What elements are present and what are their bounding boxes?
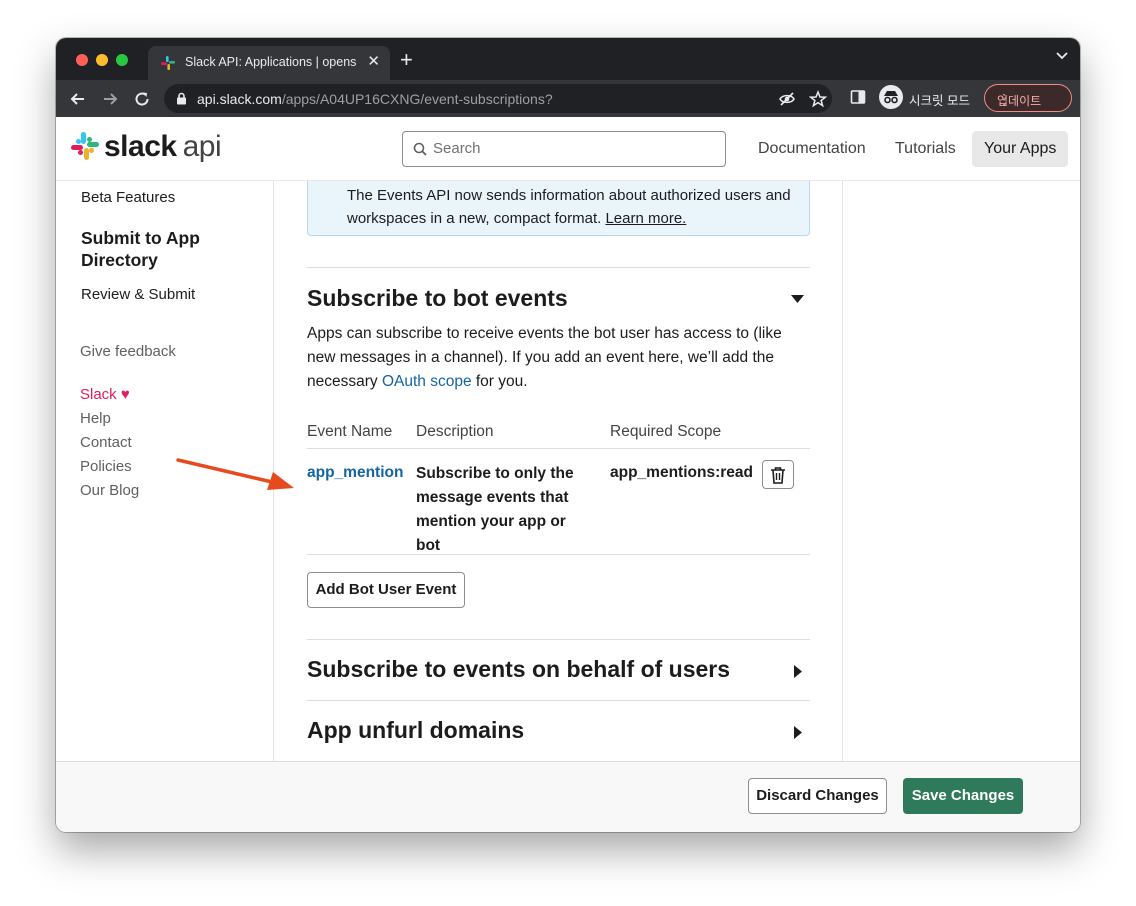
add-bot-user-event-button[interactable]: Add Bot User Event — [307, 572, 465, 608]
back-arrow-icon[interactable] — [68, 89, 88, 109]
right-column-divider — [842, 181, 843, 761]
more-vert-icon: ⋮ — [997, 91, 1011, 107]
close-window-button[interactable] — [76, 54, 88, 66]
address-bar[interactable]: api.slack.com/apps/A04UP16CXNG/event-sub… — [164, 84, 832, 113]
search-input[interactable] — [433, 140, 713, 157]
learn-more-link[interactable]: Learn more. — [605, 210, 686, 227]
tab-strip: Slack API: Applications | opens ✕ + — [56, 38, 1080, 80]
search-icon — [413, 142, 427, 156]
caret-right-icon[interactable] — [794, 726, 802, 739]
minimize-window-button[interactable] — [96, 54, 108, 66]
sidebar-item-beta-features[interactable]: Beta Features — [81, 189, 175, 206]
caret-down-icon[interactable] — [791, 295, 804, 304]
footer-link-our-blog[interactable]: Our Blog — [80, 482, 139, 499]
bookmark-star-icon[interactable] — [809, 90, 827, 108]
tab-title: Slack API: Applications | opens — [185, 55, 357, 69]
table-row-divider — [307, 554, 810, 555]
trash-icon — [771, 467, 785, 484]
col-header-description: Description — [416, 423, 494, 440]
search-box[interactable] — [402, 131, 726, 167]
reload-icon[interactable] — [132, 89, 152, 109]
section-divider — [307, 639, 810, 640]
browser-window: Slack API: Applications | opens ✕ + api.… — [56, 38, 1080, 832]
bot-events-title[interactable]: Subscribe to bot events — [307, 285, 568, 312]
col-header-required-scope: Required Scope — [610, 423, 722, 440]
url-text[interactable]: api.slack.com/apps/A04UP16CXNG/event-sub… — [197, 91, 553, 107]
update-button[interactable]: 업데이트 ⋮ — [984, 84, 1072, 112]
eye-off-icon[interactable] — [778, 90, 796, 108]
browser-tab[interactable]: Slack API: Applications | opens ✕ — [148, 46, 390, 80]
delete-event-button[interactable] — [762, 460, 794, 489]
user-events-title[interactable]: Subscribe to events on behalf of users — [307, 656, 730, 683]
info-text: The Events API now sends information abo… — [347, 187, 791, 227]
oauth-scope-link[interactable]: OAuth scope — [382, 373, 472, 390]
save-changes-button[interactable]: Save Changes — [903, 778, 1023, 814]
side-panel-icon[interactable] — [850, 89, 866, 105]
heart-icon: ♥ — [120, 386, 130, 403]
discard-changes-button[interactable]: Discard Changes — [748, 778, 887, 814]
table-header-divider — [307, 448, 810, 449]
nav-your-apps[interactable]: Your Apps — [972, 131, 1069, 167]
nav-tutorials[interactable]: Tutorials — [883, 131, 968, 167]
zoom-window-button[interactable] — [116, 54, 128, 66]
caret-right-icon[interactable] — [794, 665, 802, 678]
section-divider — [307, 700, 810, 701]
footer-link-help[interactable]: Help — [80, 410, 111, 427]
tab-close-icon[interactable]: ✕ — [367, 52, 380, 70]
annotation-arrow-icon — [176, 458, 294, 490]
slack-logo-icon[interactable] — [70, 131, 100, 161]
event-name-link[interactable]: app_mention — [307, 464, 403, 482]
footer-link-contact[interactable]: Contact — [80, 434, 132, 451]
save-bar: Discard Changes Save Changes — [56, 761, 1080, 832]
lock-icon[interactable] — [176, 92, 187, 105]
forward-arrow-icon[interactable] — [100, 89, 120, 109]
main-content: The Events API now sends information abo… — [307, 161, 810, 761]
slack-api-logo[interactable]: slack api — [104, 130, 222, 164]
tab-search-chevron-icon[interactable] — [1056, 52, 1068, 60]
nav-documentation[interactable]: Documentation — [746, 131, 878, 167]
incognito-label[interactable]: 시크릿 모드 — [909, 90, 970, 109]
sidebar-item-review-submit[interactable]: Review & Submit — [81, 286, 195, 303]
site-header: slackapi Documentation Tutorials Your Ap… — [56, 117, 1080, 181]
slack-favicon-icon — [161, 56, 175, 70]
bot-events-description: Apps can subscribe to receive events the… — [307, 325, 782, 390]
footer-link-policies[interactable]: Policies — [80, 458, 132, 475]
incognito-icon[interactable] — [879, 85, 903, 109]
slack-love-link[interactable]: Slack ♥ — [80, 386, 130, 403]
sidebar-section-title: Submit to App Directory — [81, 228, 200, 270]
give-feedback-link[interactable]: Give feedback — [80, 343, 176, 360]
unfurl-domains-title[interactable]: App unfurl domains — [307, 717, 524, 744]
event-description: Subscribe to only the message events tha… — [416, 465, 574, 554]
event-required-scope: app_mentions:read — [610, 464, 753, 481]
browser-toolbar: api.slack.com/apps/A04UP16CXNG/event-sub… — [56, 80, 1080, 117]
section-divider — [307, 267, 810, 268]
new-tab-button[interactable]: + — [400, 48, 413, 72]
page: slackapi Documentation Tutorials Your Ap… — [56, 117, 1080, 832]
col-header-event-name: Event Name — [307, 423, 393, 440]
